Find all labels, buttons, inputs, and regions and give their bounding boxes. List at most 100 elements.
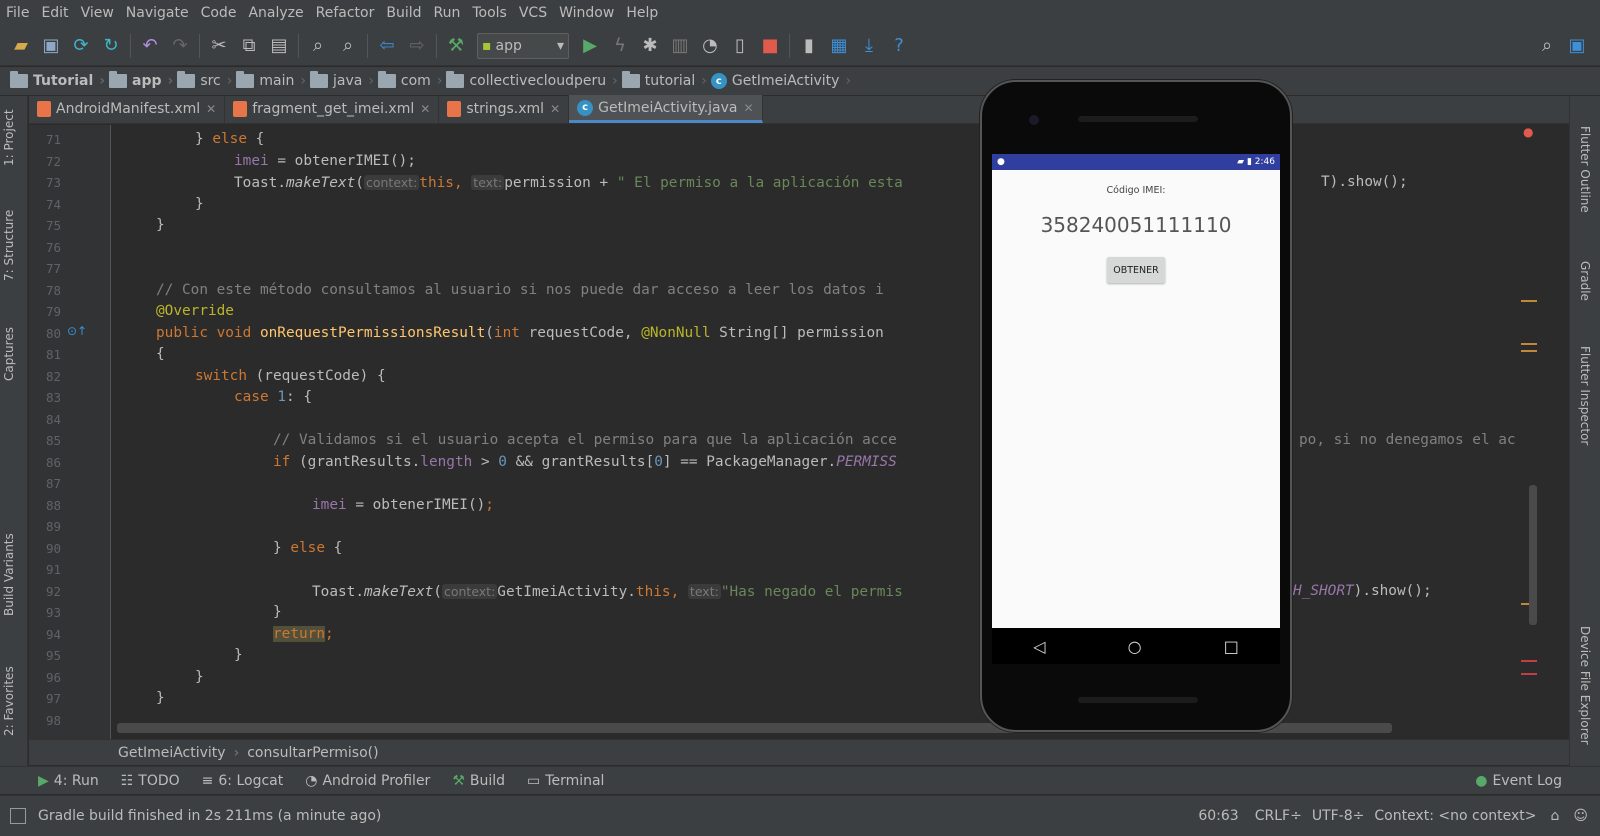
error-stripe-icon[interactable]: ●	[1523, 125, 1533, 139]
profile-icon[interactable]: ◔	[695, 31, 725, 61]
back-icon[interactable]: ⇦	[372, 31, 402, 61]
menu-refactor[interactable]: Refactor	[310, 5, 381, 21]
stop-icon[interactable]: ■	[755, 31, 785, 61]
error-marker[interactable]	[1521, 660, 1537, 662]
file-encoding[interactable]: UTF-8÷	[1312, 808, 1365, 824]
menu-help[interactable]: Help	[620, 5, 664, 21]
tab-get-imei-activity[interactable]: c GetImeiActivity.java ✕	[569, 95, 763, 123]
warning-marker[interactable]	[1521, 350, 1537, 352]
tab-android-manifest[interactable]: AndroidManifest.xml ✕	[29, 95, 226, 123]
run-icon[interactable]: ▶	[575, 31, 605, 61]
tool-build[interactable]: ⚒ Build	[452, 773, 505, 789]
tool-terminal[interactable]: ▭ Terminal	[527, 773, 604, 789]
warning-marker[interactable]	[1521, 300, 1537, 302]
toolbar-separator	[199, 33, 200, 58]
tool-event-log[interactable]: ● Event Log	[1475, 773, 1562, 789]
apply-changes-icon[interactable]: ϟ	[605, 31, 635, 61]
tool-build-variants[interactable]: Build Variants	[2, 533, 16, 616]
breadcrumb-item[interactable]: tutorial ›	[621, 71, 707, 89]
paste-icon[interactable]: ▤	[264, 31, 294, 61]
code-line: Toast.makeText(context: GetImeiActivity.t…	[312, 583, 903, 600]
tool-flutter-inspector[interactable]: Flutter Inspector	[1578, 346, 1592, 445]
find-icon[interactable]: ⌕	[303, 31, 333, 61]
warning-marker[interactable]	[1521, 343, 1537, 345]
tool-favorites[interactable]: 2: Favorites	[2, 666, 16, 736]
notifications-icon[interactable]: ☺	[1573, 808, 1588, 824]
close-icon[interactable]: ✕	[420, 102, 430, 116]
breadcrumb-item[interactable]: c GetImeiActivity ›	[710, 73, 851, 89]
sync-icon[interactable]: ⟳	[66, 31, 96, 61]
context-indicator[interactable]: Context: <no context>	[1374, 808, 1536, 824]
lock-icon[interactable]: ⌂	[1551, 808, 1560, 824]
vertical-scrollbar[interactable]	[1529, 485, 1537, 625]
toggle-tool-windows-icon[interactable]	[10, 808, 26, 824]
line-separator[interactable]: CRLF÷	[1255, 808, 1302, 824]
tool-gradle[interactable]: Gradle	[1578, 261, 1592, 301]
refresh-icon[interactable]: ↻	[96, 31, 126, 61]
download-icon[interactable]: ⤓	[854, 31, 884, 61]
attach-debugger-icon[interactable]: ▯	[725, 31, 755, 61]
save-icon[interactable]: ▣	[36, 31, 66, 61]
undo-icon[interactable]: ↶	[135, 31, 165, 61]
event-icon[interactable]: ▣	[1562, 31, 1592, 61]
coverage-icon[interactable]: ▥	[665, 31, 695, 61]
breadcrumb-item[interactable]: main ›	[236, 71, 306, 89]
menu-code[interactable]: Code	[195, 5, 243, 21]
tool-captures[interactable]: Captures	[2, 327, 16, 381]
close-icon[interactable]: ✕	[206, 102, 216, 116]
search-everywhere-icon[interactable]: ⌕	[1532, 31, 1562, 61]
tab-fragment-get-imei[interactable]: fragment_get_imei.xml ✕	[225, 95, 440, 123]
tab-strings[interactable]: strings.xml ✕	[439, 95, 570, 123]
caret-position[interactable]: 60:63	[1198, 808, 1238, 824]
tool-flutter-outline[interactable]: Flutter Outline	[1578, 126, 1592, 213]
tool-logcat[interactable]: ≡ 6: Logcat	[202, 773, 284, 789]
sdk-manager-icon[interactable]: ▮	[794, 31, 824, 61]
breadcrumb-item[interactable]: src ›	[177, 71, 232, 89]
avd-manager-icon[interactable]: ▦	[824, 31, 854, 61]
menu-analyze[interactable]: Analyze	[242, 5, 309, 21]
override-marker-icon[interactable]: ⊙↑	[67, 324, 87, 338]
make-project-icon[interactable]: ⚒	[441, 31, 471, 61]
tool-todo[interactable]: ☷ TODO	[121, 773, 180, 789]
emulator-screen[interactable]: ● ▰ ▮ 2:46 Código IMEI: 358240051111110 …	[992, 154, 1280, 628]
forward-icon[interactable]: ⇨	[402, 31, 432, 61]
tool-structure[interactable]: 7: Structure	[2, 210, 16, 281]
breadcrumb-item[interactable]: collectivecloudperu ›	[446, 71, 618, 89]
home-icon[interactable]: ○	[1128, 637, 1142, 656]
tool-project[interactable]: 1: Project	[2, 109, 16, 166]
menu-navigate[interactable]: Navigate	[120, 5, 195, 21]
recents-icon[interactable]: □	[1224, 637, 1239, 656]
menu-tools[interactable]: Tools	[466, 5, 513, 21]
redo-icon[interactable]: ↷	[165, 31, 195, 61]
open-folder-icon[interactable]: ▰	[6, 31, 36, 61]
breadcrumb-method[interactable]: consultarPermiso()	[247, 745, 378, 761]
breadcrumb-class[interactable]: GetImeiActivity	[118, 745, 226, 761]
menu-view[interactable]: View	[75, 5, 120, 21]
help-icon[interactable]: ?	[884, 31, 914, 61]
breadcrumb-item[interactable]: Tutorial ›	[10, 71, 105, 89]
menu-build[interactable]: Build	[380, 5, 427, 21]
debug-icon[interactable]: ✱	[635, 31, 665, 61]
folder-icon	[109, 71, 128, 88]
error-marker[interactable]	[1521, 673, 1537, 675]
back-icon[interactable]: ◁	[1033, 637, 1045, 656]
menu-edit[interactable]: Edit	[35, 5, 74, 21]
breadcrumb-item[interactable]: java ›	[309, 71, 374, 89]
menu-window[interactable]: Window	[553, 5, 620, 21]
run-config-select[interactable]: ▪ app ▾	[477, 32, 569, 59]
tool-android-profiler[interactable]: ◔ Android Profiler	[305, 773, 430, 789]
obtener-button[interactable]: OBTENER	[1107, 257, 1165, 283]
replace-icon[interactable]: ⌕	[333, 31, 363, 61]
cut-icon[interactable]: ✂	[204, 31, 234, 61]
menu-file[interactable]: File	[0, 5, 35, 21]
breadcrumb-item[interactable]: app ›	[109, 71, 173, 89]
close-icon[interactable]: ✕	[744, 101, 754, 115]
close-icon[interactable]: ✕	[550, 102, 560, 116]
tool-run[interactable]: ▶ 4: Run	[38, 773, 99, 789]
menu-run[interactable]: Run	[428, 5, 467, 21]
breadcrumb-item[interactable]: com ›	[377, 71, 442, 89]
menu-vcs[interactable]: VCS	[513, 5, 553, 21]
copy-icon[interactable]: ⧉	[234, 31, 264, 61]
tool-device-file-explorer[interactable]: Device File Explorer	[1578, 626, 1592, 745]
code-editor[interactable]: 71 72 73 74 75 76 77 78 79 80 81 82 83 8…	[29, 125, 1569, 739]
